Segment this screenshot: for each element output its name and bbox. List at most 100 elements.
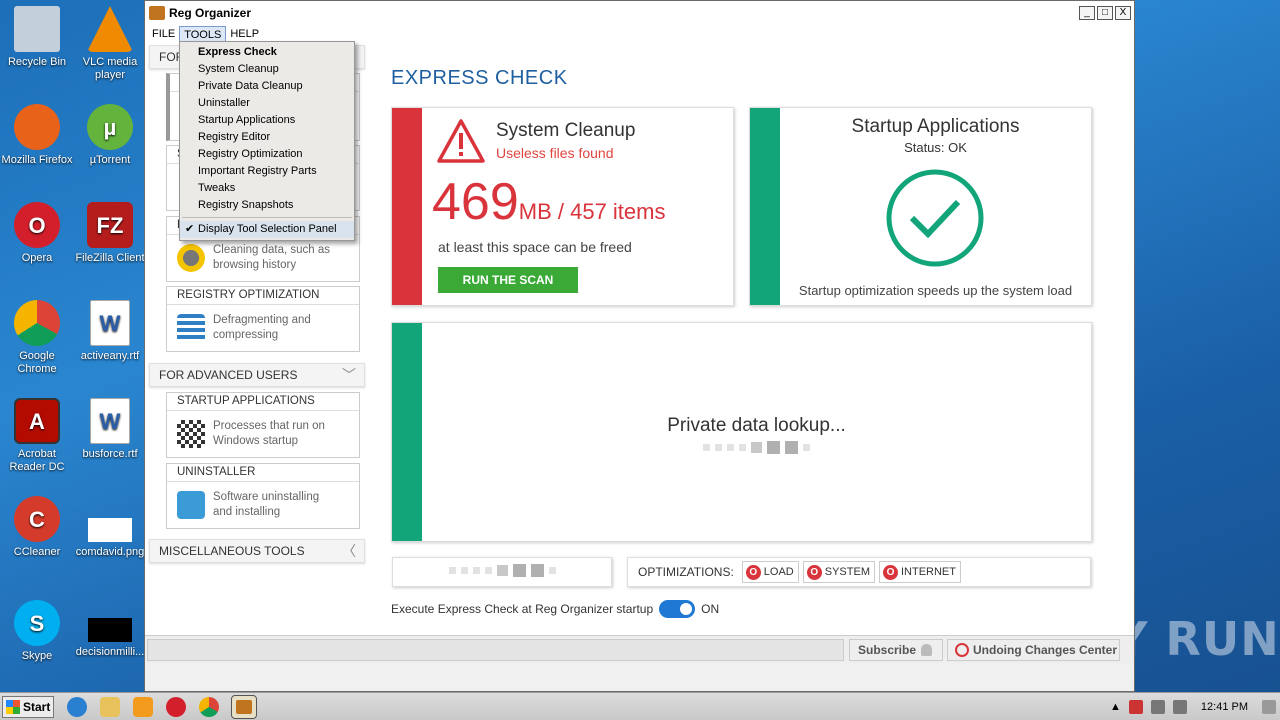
card-text: Software uninstalling	[213, 491, 320, 503]
utorrent-icon: µ	[87, 104, 133, 150]
software-box-icon	[177, 491, 205, 519]
opera-icon: O	[14, 202, 60, 248]
desktop-icon-label: busforce.rtf	[82, 448, 138, 460]
menu-item-startup-applications[interactable]: Startup Applications	[180, 112, 354, 129]
menu-item-registry-editor[interactable]: Registry Editor	[180, 129, 354, 146]
chevron-down-icon: ﹀	[342, 367, 356, 383]
optimization-label: LOAD	[763, 566, 794, 578]
desktop-icon-ccleaner[interactable]: C CCleaner	[0, 496, 74, 559]
media-player-icon[interactable]	[133, 696, 153, 717]
internet-explorer-icon[interactable]	[67, 696, 87, 717]
clock[interactable]: 12:41 PM	[1201, 701, 1248, 713]
desktop-icon-label: VLC media player	[82, 56, 138, 81]
reg-organizer-icon	[236, 699, 252, 714]
firefox-icon	[14, 104, 60, 150]
section-header-misc[interactable]: MISCELLANEOUS TOOLS 〈	[149, 539, 365, 563]
status-bar-red	[392, 108, 422, 305]
window-title: Reg Organizer	[169, 6, 252, 20]
card-text: and installing	[213, 506, 281, 518]
chrome-icon[interactable]	[199, 696, 219, 717]
desktop-icon-comdavid[interactable]: comdavid.png	[73, 496, 147, 559]
folder-icon[interactable]	[100, 696, 120, 717]
cleanup-title: System Cleanup	[496, 120, 636, 141]
tray-expand-icon[interactable]: ▲	[1110, 701, 1121, 713]
volume-icon[interactable]	[1172, 699, 1187, 714]
close-button[interactable]: X	[1115, 6, 1131, 20]
undoing-changes-button[interactable]: Undoing Changes Center	[947, 639, 1120, 661]
minimize-button[interactable]: _	[1079, 6, 1095, 20]
optimization-load-button[interactable]: O LOAD	[741, 561, 799, 583]
desktop-icon-skype[interactable]: S Skype	[0, 600, 74, 663]
menu-item-private-data-cleanup[interactable]: Private Data Cleanup	[180, 78, 354, 95]
menu-item-registry-optimization[interactable]: Registry Optimization	[180, 146, 354, 163]
startup-status: Status: OK	[904, 140, 967, 155]
menu-item-registry-snapshots[interactable]: Registry Snapshots	[180, 197, 354, 214]
menu-item-uninstaller[interactable]: Uninstaller	[180, 95, 354, 112]
status-bar-green	[392, 323, 422, 541]
acrobat-icon: A	[14, 398, 60, 444]
undoing-changes-label: Undoing Changes Center	[973, 643, 1118, 657]
menu-help[interactable]: HELP	[226, 26, 263, 43]
optimization-internet-button[interactable]: O INTERNET	[878, 561, 961, 583]
warning-icon	[437, 119, 485, 163]
menu-tools[interactable]: TOOLS	[179, 25, 227, 43]
card-text: Processes that run on	[213, 420, 325, 432]
system-tray: ▲ 12:41 PM	[1110, 699, 1276, 714]
desktop-icon-label: activeany.rtf	[80, 350, 140, 362]
menu-item-display-tool-selection-panel[interactable]: ✔ Display Tool Selection Panel	[180, 221, 354, 238]
vlc-icon	[87, 6, 133, 52]
menu-item-system-cleanup[interactable]: System Cleanup	[180, 61, 354, 78]
optimization-system-button[interactable]: O SYSTEM	[802, 561, 875, 583]
desktop-icon-utorrent[interactable]: µ µTorrent	[73, 104, 147, 167]
menu-item-tweaks[interactable]: Tweaks	[180, 180, 354, 197]
opera-icon[interactable]	[166, 696, 186, 717]
network-icon[interactable]	[1150, 699, 1165, 714]
cleanup-note: at least this space can be freed	[438, 239, 632, 255]
menu-item-important-registry-parts[interactable]: Important Registry Parts	[180, 163, 354, 180]
desktop-icon-chrome[interactable]: Google Chrome	[0, 300, 74, 376]
user-icon	[921, 644, 933, 656]
section-header-advanced[interactable]: FOR ADVANCED USERS ﹀	[149, 363, 365, 387]
desktop-icon-label: Skype	[21, 650, 53, 662]
start-button[interactable]: Start	[2, 695, 54, 718]
desktop-icon-filezilla[interactable]: FZ FileZilla Client	[73, 202, 147, 265]
desktop-icon-label: Google Chrome	[17, 350, 57, 375]
subscribe-label: Subscribe	[858, 643, 917, 657]
desktop-icon-label: Acrobat Reader DC	[9, 448, 65, 473]
flag-icon[interactable]	[1128, 699, 1143, 714]
desktop-icon-recycle-bin[interactable]: Recycle Bin	[0, 6, 74, 69]
card-text: compressing	[213, 329, 279, 341]
startup-check-toggle[interactable]	[659, 600, 696, 618]
maximize-button[interactable]: □	[1097, 6, 1113, 20]
desktop-icon-label: decisionmilli...	[75, 646, 145, 658]
desktop-icon-opera[interactable]: O Opera	[0, 202, 74, 265]
optimization-label: SYSTEM	[824, 566, 870, 578]
ccleaner-icon: C	[14, 496, 60, 542]
menu-item-express-check[interactable]: Express Check	[180, 44, 354, 61]
menu-file[interactable]: FILE	[148, 26, 179, 43]
card-uninstaller[interactable]: UNINSTALLER Software uninstalling and in…	[166, 463, 360, 529]
desktop-icon-firefox[interactable]: Mozilla Firefox	[0, 104, 74, 167]
run-scan-button[interactable]: RUN THE SCAN	[438, 267, 578, 293]
broom-icon	[177, 244, 205, 272]
card-text: Windows startup	[213, 435, 299, 447]
desktop-icon-activeany[interactable]: W activeany.rtf	[73, 300, 147, 363]
subscribe-button[interactable]: Subscribe	[849, 639, 943, 661]
startup-applications-tile: Startup Applications Status: OK Startup …	[749, 107, 1092, 306]
card-title: UNINSTALLER	[167, 464, 359, 482]
startup-check-setting: Execute Express Check at Reg Organizer s…	[391, 600, 719, 618]
reg-organizer-taskbar-button[interactable]	[231, 694, 257, 719]
cleanup-size-unit: MB / 457 items	[518, 199, 666, 224]
card-registry-optimization[interactable]: REGISTRY OPTIMIZATION Defragmenting and …	[166, 286, 360, 352]
desktop-icon-decisionmilli[interactable]: decisionmilli...	[73, 600, 147, 659]
menu-item-label: Display Tool Selection Panel	[198, 223, 337, 235]
optimizations-bar: OPTIMIZATIONS: O LOAD O SYSTEM O INTERNE…	[627, 557, 1091, 587]
card-startup-applications[interactable]: STARTUP APPLICATIONS Processes that run …	[166, 392, 360, 458]
desktop-icon-vlc[interactable]: VLC media player	[73, 6, 147, 82]
desktop-icon-busforce[interactable]: W busforce.rtf	[73, 398, 147, 461]
desktop-icon-acrobat[interactable]: A Acrobat Reader DC	[0, 398, 74, 474]
pager-indicator	[392, 557, 612, 587]
show-desktop-icon[interactable]	[1262, 699, 1276, 714]
checkmark-icon: ✔	[185, 223, 195, 235]
power-icon: O	[882, 564, 898, 580]
